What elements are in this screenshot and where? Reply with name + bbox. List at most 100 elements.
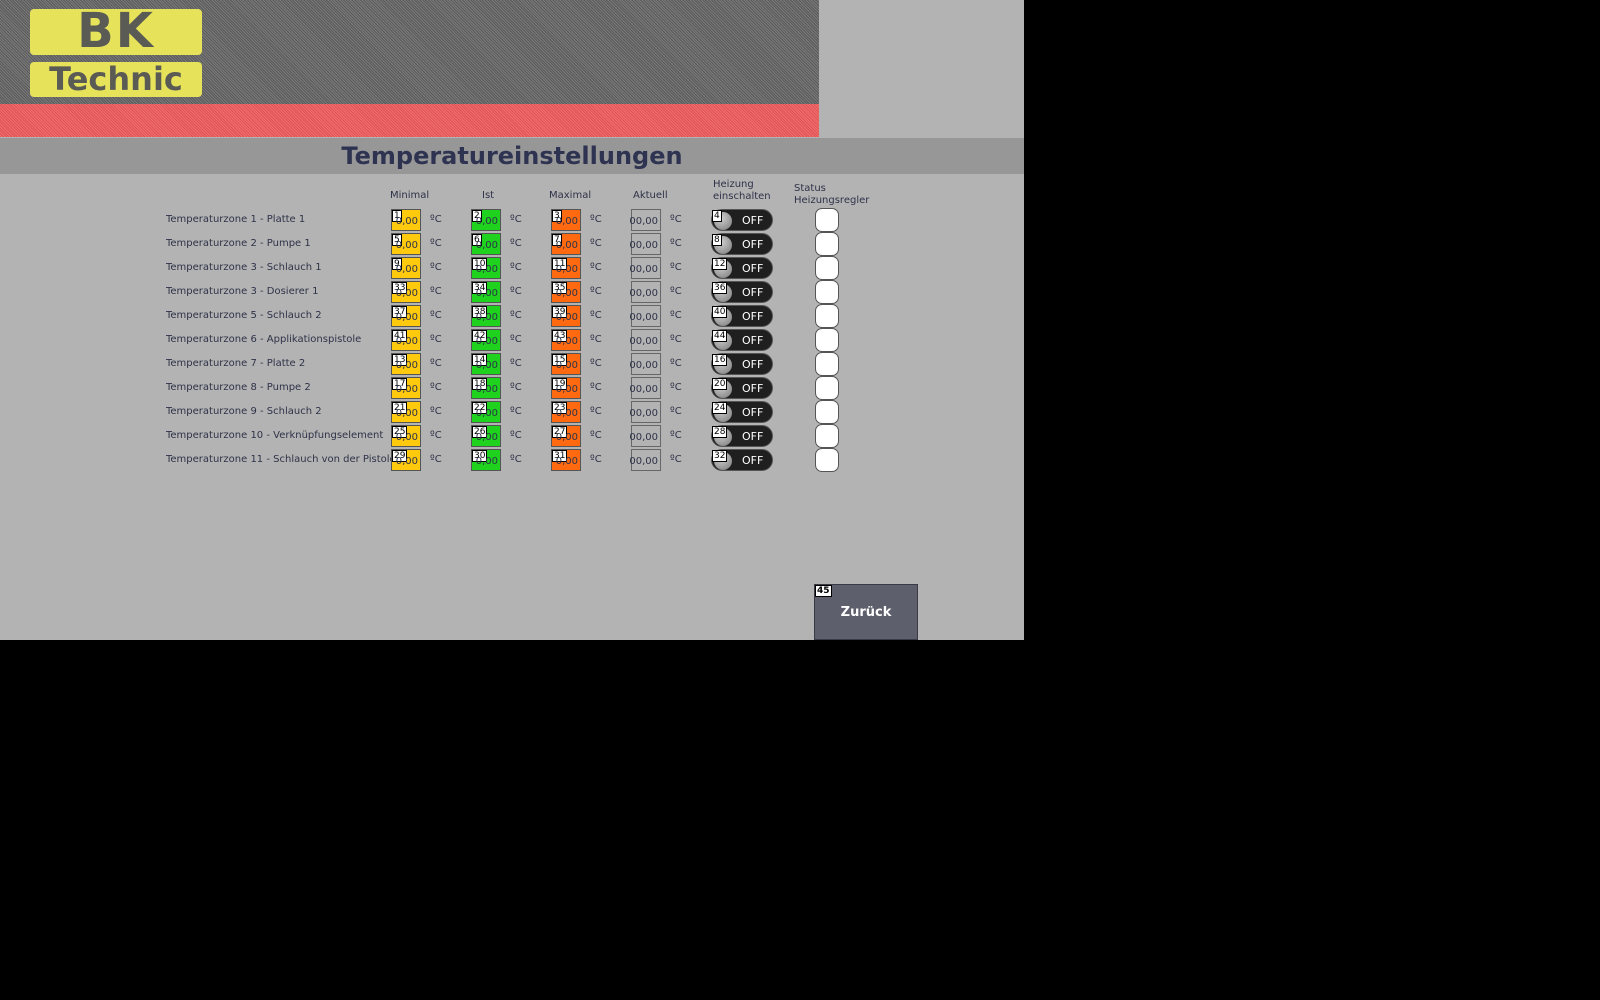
aktuell-unit: ºC bbox=[670, 406, 682, 417]
minimal-field[interactable]: 29 0,00 bbox=[391, 449, 421, 471]
aktuell-field[interactable]: 00,00 bbox=[629, 209, 661, 231]
heating-toggle[interactable]: 20 OFF bbox=[711, 377, 773, 399]
heating-toggle[interactable]: 4 OFF bbox=[711, 209, 773, 231]
aktuell-field[interactable]: 00,00 bbox=[629, 449, 661, 471]
maximal-field[interactable]: 35 0,00 bbox=[551, 281, 581, 303]
minimal-unit: ºC bbox=[430, 310, 442, 321]
back-button[interactable]: 45 Zurück bbox=[814, 584, 918, 640]
table-row: Temperaturzone 11 - Schlauch von der Pis… bbox=[0, 448, 1024, 473]
aktuell-field[interactable]: 00,00 bbox=[629, 257, 661, 279]
minimal-field[interactable]: 5 0,00 bbox=[391, 233, 421, 255]
aktuell-field[interactable]: 00,00 bbox=[629, 329, 661, 351]
maximal-value: 0,00 bbox=[555, 360, 578, 371]
ist-value: 0,00 bbox=[475, 264, 498, 275]
ist-unit: ºC bbox=[510, 358, 522, 369]
ist-field[interactable]: 14 0,00 bbox=[471, 353, 501, 375]
toggle-state-label: OFF bbox=[742, 214, 764, 227]
table-row: Temperaturzone 9 - Schlauch 2 21 0,00 ºC 22 0… bbox=[0, 400, 1024, 425]
maximal-field[interactable]: 15 0,00 bbox=[551, 353, 581, 375]
heating-toggle[interactable]: 12 OFF bbox=[711, 257, 773, 279]
heating-toggle[interactable]: 36 OFF bbox=[711, 281, 773, 303]
column-header-status-line2: Heizungsregler bbox=[794, 195, 870, 206]
aktuell-field[interactable]: 00,00 bbox=[629, 425, 661, 447]
maximal-field[interactable]: 27 0,00 bbox=[551, 425, 581, 447]
ist-field[interactable]: 34 0,00 bbox=[471, 281, 501, 303]
minimal-value: 0,00 bbox=[395, 384, 418, 395]
minimal-field[interactable]: 41 0,00 bbox=[391, 329, 421, 351]
page-title: Temperatureinstellungen bbox=[341, 142, 683, 170]
maximal-value: 0,00 bbox=[555, 312, 578, 323]
aktuell-field[interactable]: 00,00 bbox=[629, 305, 661, 327]
aktuell-field[interactable]: 00,00 bbox=[629, 233, 661, 255]
ist-field[interactable]: 30 0,00 bbox=[471, 449, 501, 471]
ist-field[interactable]: 6 0,00 bbox=[471, 233, 501, 255]
aktuell-value: 00,00 bbox=[629, 216, 658, 227]
heating-toggle-index: 8 bbox=[712, 234, 722, 246]
maximal-value: 0,00 bbox=[555, 456, 578, 467]
minimal-field[interactable]: 33 0,00 bbox=[391, 281, 421, 303]
minimal-field[interactable]: 37 0,00 bbox=[391, 305, 421, 327]
zone-label: Temperaturzone 7 - Platte 2 bbox=[166, 358, 306, 369]
aktuell-field[interactable]: 00,00 bbox=[629, 281, 661, 303]
aktuell-value: 00,00 bbox=[629, 384, 658, 395]
maximal-field[interactable]: 3 0,00 bbox=[551, 209, 581, 231]
table-row: Temperaturzone 1 - Platte 1 1 0,00 ºC 2 0,00 º… bbox=[0, 208, 1024, 233]
aktuell-value: 00,00 bbox=[629, 288, 658, 299]
ist-field[interactable]: 2 0,00 bbox=[471, 209, 501, 231]
heating-toggle[interactable]: 24 OFF bbox=[711, 401, 773, 423]
ist-field[interactable]: 38 0,00 bbox=[471, 305, 501, 327]
aktuell-unit: ºC bbox=[670, 310, 682, 321]
aktuell-field[interactable]: 00,00 bbox=[629, 401, 661, 423]
minimal-unit: ºC bbox=[430, 214, 442, 225]
ist-field[interactable]: 26 0,00 bbox=[471, 425, 501, 447]
maximal-field[interactable]: 31 0,00 bbox=[551, 449, 581, 471]
minimal-value: 0,00 bbox=[395, 336, 418, 347]
zone-label: Temperaturzone 8 - Pumpe 2 bbox=[166, 382, 311, 393]
minimal-field[interactable]: 13 0,00 bbox=[391, 353, 421, 375]
maximal-field[interactable]: 11 0,00 bbox=[551, 257, 581, 279]
maximal-field[interactable]: 23 0,00 bbox=[551, 401, 581, 423]
ist-unit: ºC bbox=[510, 214, 522, 225]
header-right-area bbox=[819, 0, 1024, 138]
ist-field[interactable]: 10 0,00 bbox=[471, 257, 501, 279]
back-button-label: Zurück bbox=[840, 605, 892, 620]
heating-toggle[interactable]: 8 OFF bbox=[711, 233, 773, 255]
maximal-field[interactable]: 39 0,00 bbox=[551, 305, 581, 327]
maximal-field[interactable]: 19 0,00 bbox=[551, 377, 581, 399]
maximal-unit: ºC bbox=[590, 334, 602, 345]
heater-status-indicator bbox=[815, 376, 839, 400]
minimal-field[interactable]: 21 0,00 bbox=[391, 401, 421, 423]
heating-toggle-index: 44 bbox=[712, 330, 728, 342]
logo-bk: BK bbox=[30, 3, 202, 59]
aktuell-value: 00,00 bbox=[629, 432, 658, 443]
heating-toggle[interactable]: 44 OFF bbox=[711, 329, 773, 351]
heating-toggle[interactable]: 40 OFF bbox=[711, 305, 773, 327]
aktuell-unit: ºC bbox=[670, 382, 682, 393]
toggle-state-label: OFF bbox=[742, 382, 764, 395]
ist-unit: ºC bbox=[510, 310, 522, 321]
minimal-value: 0,00 bbox=[395, 240, 418, 251]
maximal-field[interactable]: 43 0,00 bbox=[551, 329, 581, 351]
heating-toggle[interactable]: 28 OFF bbox=[711, 425, 773, 447]
ist-value: 0,00 bbox=[475, 384, 498, 395]
ist-field[interactable]: 18 0,00 bbox=[471, 377, 501, 399]
ist-field[interactable]: 22 0,00 bbox=[471, 401, 501, 423]
zone-label: Temperaturzone 5 - Schlauch 2 bbox=[166, 310, 322, 321]
ist-unit: ºC bbox=[510, 430, 522, 441]
minimal-field[interactable]: 1 0,00 bbox=[391, 209, 421, 231]
minimal-field[interactable]: 9 0,00 bbox=[391, 257, 421, 279]
minimal-value: 0,00 bbox=[395, 432, 418, 443]
ist-field[interactable]: 42 0,00 bbox=[471, 329, 501, 351]
table-row: Temperaturzone 5 - Schlauch 2 37 0,00 ºC 38 0… bbox=[0, 304, 1024, 329]
aktuell-field[interactable]: 00,00 bbox=[629, 353, 661, 375]
maximal-field[interactable]: 7 0,00 bbox=[551, 233, 581, 255]
aktuell-field[interactable]: 00,00 bbox=[629, 377, 661, 399]
maximal-value: 0,00 bbox=[555, 216, 578, 227]
minimal-field[interactable]: 25 0,00 bbox=[391, 425, 421, 447]
aktuell-unit: ºC bbox=[670, 454, 682, 465]
heating-toggle[interactable]: 16 OFF bbox=[711, 353, 773, 375]
column-header-minimal: Minimal bbox=[390, 190, 430, 201]
heating-toggle[interactable]: 32 OFF bbox=[711, 449, 773, 471]
minimal-field[interactable]: 17 0,00 bbox=[391, 377, 421, 399]
aktuell-unit: ºC bbox=[670, 430, 682, 441]
